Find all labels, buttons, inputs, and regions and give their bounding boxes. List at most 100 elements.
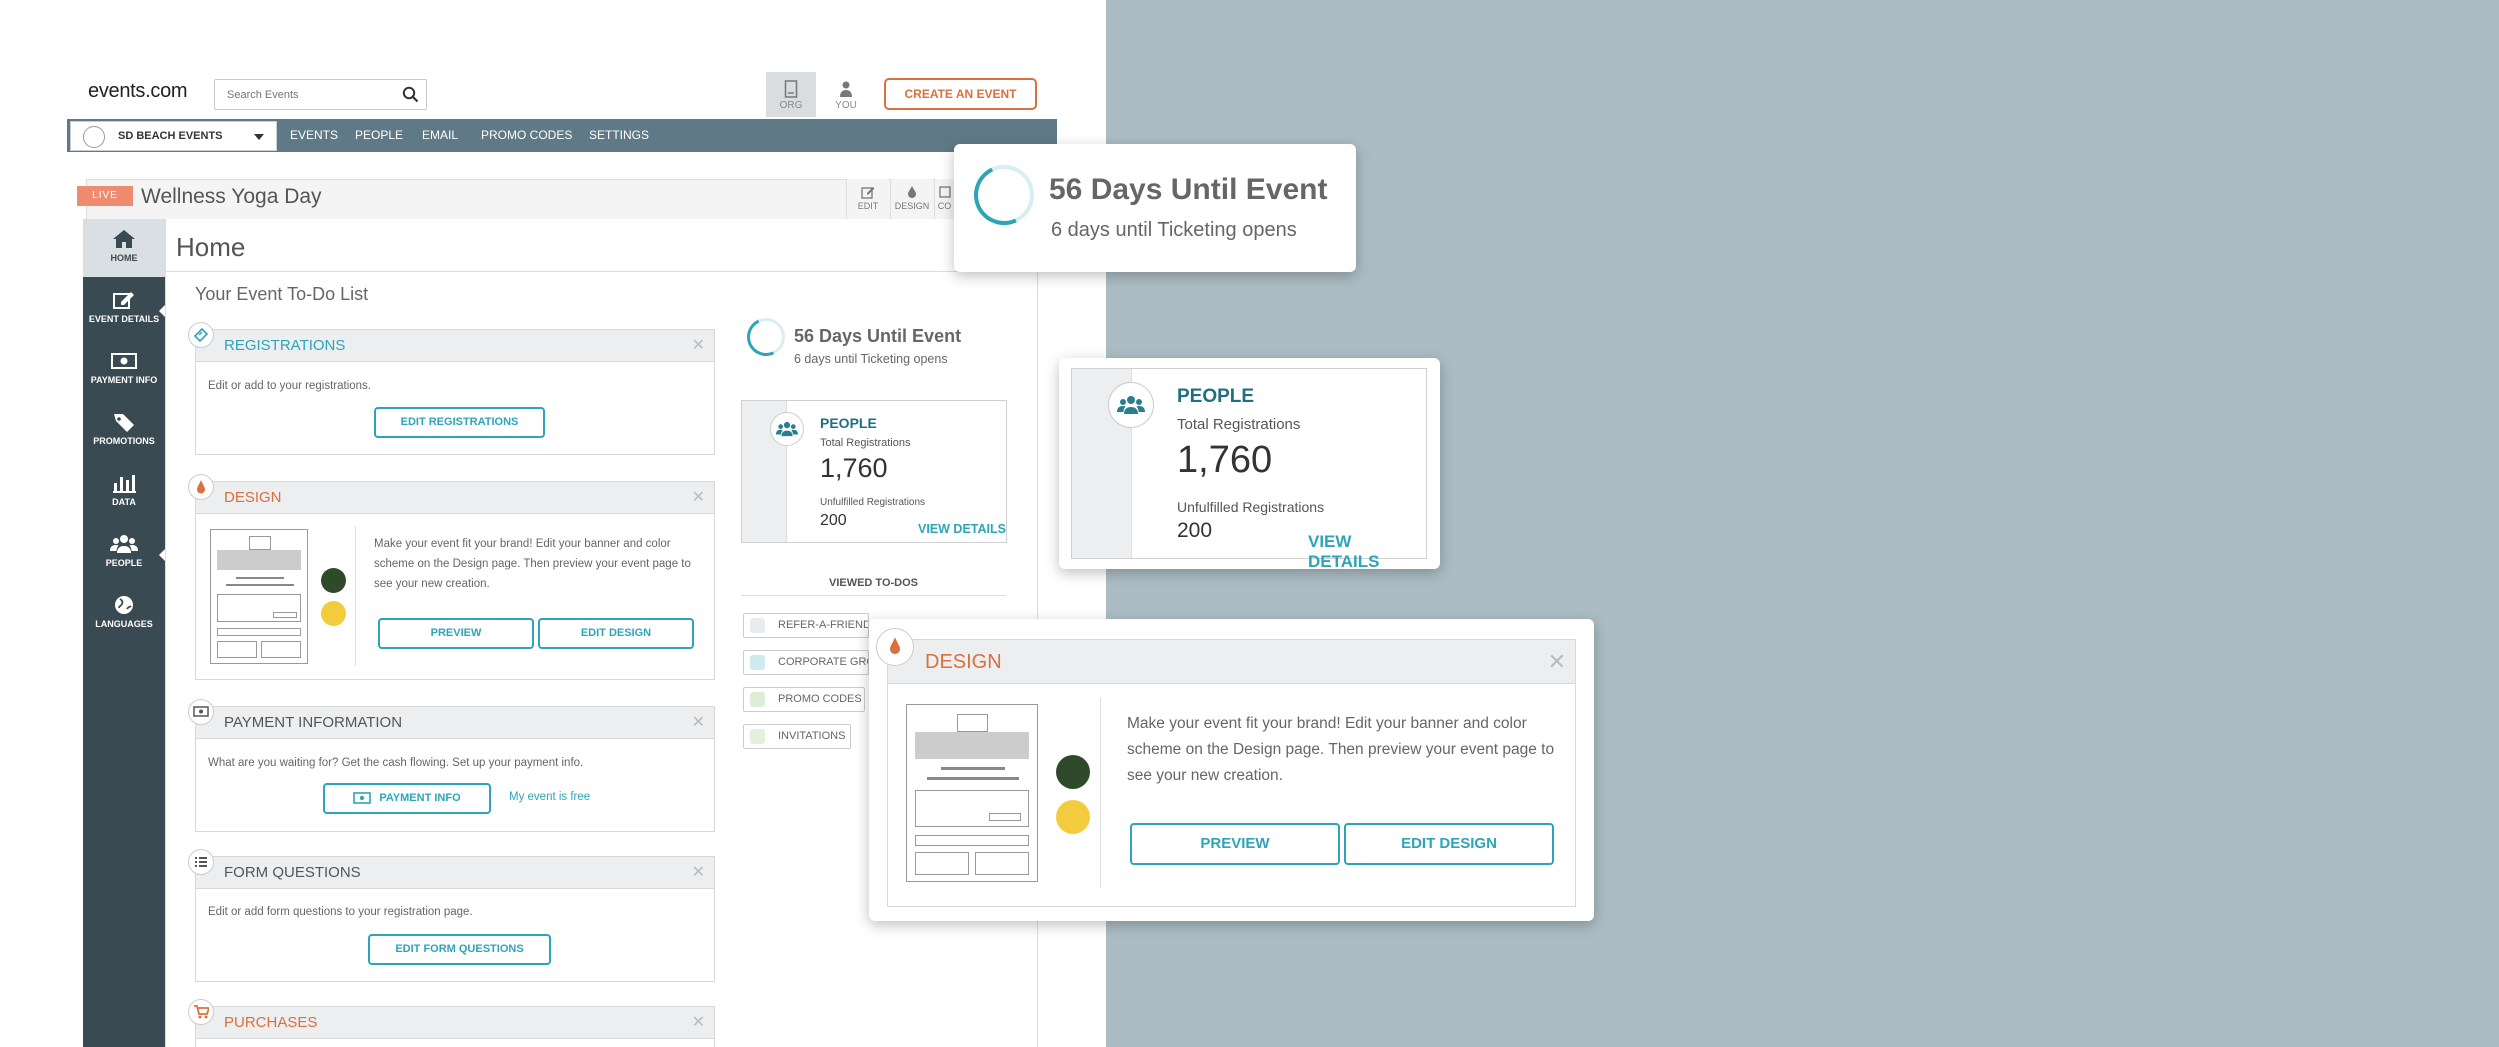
money-icon bbox=[111, 353, 137, 369]
nav-item-settings[interactable]: SETTINGS bbox=[589, 128, 649, 142]
unfulfilled-value: 200 bbox=[820, 512, 847, 529]
viewed-item-corporate[interactable]: CORPORATE GRO bbox=[743, 650, 869, 675]
viewed-item-label: INVITATIONS bbox=[778, 730, 846, 742]
my-event-free-link[interactable]: My event is free bbox=[509, 787, 590, 807]
sidebar-label: LANGUAGES bbox=[95, 619, 153, 629]
edit-form-questions-button[interactable]: EDIT FORM QUESTIONS bbox=[368, 934, 551, 965]
sidebar-item-payment-info[interactable]: PAYMENT INFO bbox=[83, 341, 165, 399]
payment-info-button[interactable]: PAYMENT INFO bbox=[323, 783, 491, 814]
unfulfilled-label: Unfulfilled Registrations bbox=[1177, 499, 1325, 515]
sidebar-label: PROMOTIONS bbox=[93, 436, 155, 446]
check-icon bbox=[750, 729, 765, 744]
edit-tool-button[interactable]: EDIT bbox=[846, 179, 889, 219]
co-tool-button[interactable]: CO bbox=[934, 179, 954, 219]
payment-info-label: PAYMENT INFO bbox=[379, 792, 461, 804]
close-icon[interactable]: ✕ bbox=[692, 862, 705, 882]
people-icon bbox=[770, 412, 804, 446]
close-icon[interactable]: ✕ bbox=[1548, 649, 1566, 675]
org-label: ORG bbox=[779, 100, 803, 111]
sidebar: HOME EVENT DETAILS PAYMENT INFO PROMOTIO… bbox=[83, 219, 166, 1047]
close-icon[interactable]: ✕ bbox=[692, 335, 705, 355]
close-icon[interactable]: ✕ bbox=[692, 487, 705, 507]
org-logo-icon bbox=[83, 126, 105, 148]
sidebar-item-languages[interactable]: LANGUAGES bbox=[83, 585, 165, 643]
design-tool-button[interactable]: DESIGN bbox=[890, 179, 933, 219]
nav-item-events[interactable]: EVENTS bbox=[290, 128, 338, 142]
unfulfilled-label: Unfulfilled Registrations bbox=[820, 497, 926, 508]
card-text: Make your event fit your brand! Edit you… bbox=[374, 538, 691, 590]
design-thumbnail bbox=[210, 529, 308, 664]
countdown-subtitle: 6 days until Ticketing opens bbox=[794, 352, 948, 366]
org-switch[interactable]: ORG bbox=[766, 72, 816, 117]
card-text: Make your event fit your brand! Edit you… bbox=[1127, 715, 1555, 784]
sidebar-item-event-details[interactable]: EVENT DETAILS bbox=[83, 280, 166, 338]
preview-button[interactable]: PREVIEW bbox=[378, 618, 534, 649]
primary-color-swatch[interactable] bbox=[321, 568, 346, 593]
tag-icon bbox=[750, 692, 765, 707]
money-icon bbox=[188, 699, 214, 725]
cart-icon bbox=[188, 999, 214, 1025]
edit-design-button[interactable]: EDIT DESIGN bbox=[1344, 823, 1554, 865]
primary-color-swatch[interactable] bbox=[1056, 755, 1090, 789]
total-label: Total Registrations bbox=[1177, 416, 1301, 433]
sidebar-item-home[interactable]: HOME bbox=[83, 219, 165, 277]
payment-card: PAYMENT INFORMATION ✕ What are you waiti… bbox=[188, 699, 715, 832]
card-header: REGISTRATIONS ✕ bbox=[196, 330, 714, 362]
search-input[interactable] bbox=[215, 80, 395, 109]
you-label: YOU bbox=[835, 100, 857, 111]
logo[interactable]: events.com bbox=[88, 80, 188, 103]
nav-item-email[interactable]: EMAIL bbox=[422, 128, 458, 142]
globe-icon bbox=[115, 596, 133, 614]
sidebar-item-people[interactable]: PEOPLE bbox=[83, 524, 166, 582]
tool-icon bbox=[938, 186, 951, 198]
sidebar-label: HOME bbox=[110, 253, 138, 263]
edit-design-button[interactable]: EDIT DESIGN bbox=[538, 618, 694, 649]
card-text: Edit or add form questions to your regis… bbox=[208, 906, 473, 918]
sidebar-item-data[interactable]: DATA bbox=[83, 463, 165, 521]
todo-heading: Your Event To-Do List bbox=[195, 284, 369, 304]
megaphone-icon bbox=[750, 618, 765, 633]
card-title: DESIGN bbox=[224, 489, 282, 506]
preview-button[interactable]: PREVIEW bbox=[1130, 823, 1340, 865]
nav-item-people[interactable]: PEOPLE bbox=[355, 128, 403, 142]
secondary-color-swatch[interactable] bbox=[1056, 800, 1090, 834]
countdown-title: 56 Days Until Event bbox=[794, 326, 962, 346]
you-switch[interactable]: YOU bbox=[828, 72, 864, 117]
page-title: Home bbox=[176, 232, 246, 262]
nav-item-promo-codes[interactable]: PROMO CODES bbox=[481, 128, 572, 142]
edit-registrations-button[interactable]: EDIT REGISTRATIONS bbox=[374, 407, 545, 438]
purchases-card: PURCHASES ✕ bbox=[188, 999, 715, 1047]
close-icon[interactable]: ✕ bbox=[692, 712, 705, 732]
sidebar-item-promotions[interactable]: PROMOTIONS bbox=[83, 402, 165, 460]
card-title: FORM QUESTIONS bbox=[224, 864, 361, 881]
card-header: PURCHASES ✕ bbox=[196, 1007, 714, 1039]
viewed-item-promo[interactable]: PROMO CODES bbox=[743, 687, 865, 712]
search-icon[interactable] bbox=[402, 86, 419, 103]
viewed-todos-heading: VIEWED TO-DOS bbox=[741, 577, 1006, 596]
viewed-item-label: CORPORATE GRO bbox=[778, 656, 869, 668]
secondary-color-swatch[interactable] bbox=[321, 601, 346, 626]
drop-icon bbox=[908, 186, 916, 198]
unfulfilled-value: 200 bbox=[1177, 519, 1213, 542]
org-selector[interactable]: SD BEACH EVENTS bbox=[70, 121, 277, 151]
caret-down-icon bbox=[254, 134, 264, 140]
card-text: Edit or add to your registrations. bbox=[208, 380, 371, 392]
people-icon bbox=[110, 535, 138, 553]
card-title: PAYMENT INFORMATION bbox=[224, 714, 403, 731]
divider bbox=[1100, 698, 1101, 888]
total-label: Total Registrations bbox=[820, 437, 911, 449]
card-header: FORM QUESTIONS ✕ bbox=[196, 857, 714, 889]
event-title: Wellness Yoga Day bbox=[141, 185, 322, 208]
viewed-item-refer[interactable]: REFER-A-FRIEND bbox=[743, 613, 869, 638]
view-details-link[interactable]: VIEW DETAILS bbox=[918, 522, 1006, 536]
ticket-icon bbox=[188, 322, 214, 348]
divider bbox=[355, 526, 356, 666]
view-details-link[interactable]: VIEW DETAILS bbox=[1308, 532, 1426, 572]
close-icon[interactable]: ✕ bbox=[692, 1012, 705, 1032]
countdown-callout: 56 Days Until Event 6 days until Ticketi… bbox=[954, 144, 1356, 272]
divider bbox=[165, 271, 1038, 272]
people-callout: PEOPLE Total Registrations 1,760 Unfulfi… bbox=[1059, 358, 1440, 572]
create-event-button[interactable]: CREATE AN EVENT bbox=[884, 78, 1037, 110]
org-name: SD BEACH EVENTS bbox=[118, 130, 223, 142]
viewed-item-invitations[interactable]: INVITATIONS bbox=[743, 724, 851, 749]
